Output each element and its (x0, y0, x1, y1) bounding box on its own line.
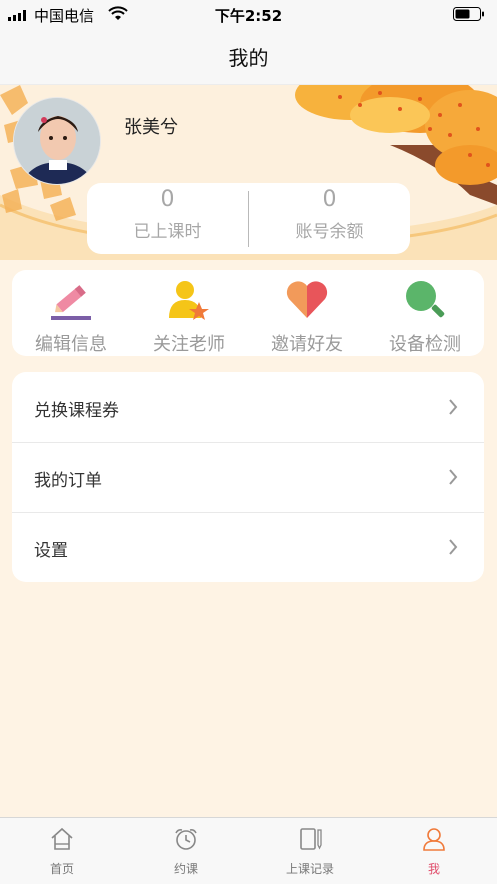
stat-label: 已上课时 (133, 222, 202, 242)
avatar[interactable] (13, 97, 101, 185)
edit-pencil-icon (51, 285, 91, 320)
home-icon (51, 827, 73, 850)
quick-actions: 编辑信息 关注老师 邀请好友 设备检测 (12, 270, 484, 356)
action-label: 关注老师 (153, 334, 225, 355)
person-icon (423, 828, 445, 851)
tab-home[interactable]: 首页 (0, 818, 124, 884)
page-title: 我的 (228, 46, 269, 70)
stat-value: 0 (160, 187, 175, 212)
tab-label: 首页 (49, 862, 74, 876)
status-bar: 中国电信 下午2:52 (0, 0, 497, 28)
follow-teacher-icon (169, 281, 209, 320)
tab-label: 上课记录 (285, 862, 334, 876)
stats-card: 0 已上课时 0 账号余额 (87, 183, 410, 254)
profile-name: 张美兮 (124, 117, 178, 138)
settings-menu: 兑换课程券 我的订单 设置 (12, 372, 484, 582)
action-label: 设备检测 (389, 334, 461, 355)
chevron-right-icon (449, 539, 458, 555)
magnifier-icon (406, 281, 445, 318)
menu-item-redeem-voucher[interactable]: 兑换课程券 (12, 372, 484, 442)
menu-label: 我的订单 (34, 471, 102, 491)
alarm-clock-icon (175, 829, 197, 850)
menu-item-settings[interactable]: 设置 (12, 512, 484, 582)
stat-label: 账号余额 (295, 222, 364, 242)
avatar-photo (14, 98, 100, 184)
menu-label: 设置 (34, 541, 68, 561)
tab-label: 我 (427, 862, 440, 876)
heart-icon (286, 281, 328, 318)
stat-balance[interactable]: 0 账号余额 (249, 183, 410, 242)
tab-book-class[interactable]: 约课 (124, 818, 248, 884)
status-time: 下午2:52 (214, 7, 283, 25)
edit-info-button[interactable]: 编辑信息 (12, 270, 130, 356)
invite-friends-button[interactable]: 邀请好友 (248, 270, 366, 356)
action-label: 邀请好友 (271, 334, 343, 355)
menu-item-my-orders[interactable]: 我的订单 (12, 442, 484, 512)
tab-class-records[interactable]: 上课记录 (248, 818, 372, 884)
tab-label: 约课 (173, 862, 198, 876)
chevron-right-icon (449, 469, 458, 485)
nav-bar: 我的 (0, 28, 497, 85)
stat-class-hours[interactable]: 0 已上课时 (87, 183, 248, 242)
follow-teacher-button[interactable]: 关注老师 (130, 270, 248, 356)
notebook-icon (300, 828, 322, 850)
chevron-right-icon (449, 399, 458, 415)
device-check-button[interactable]: 设备检测 (366, 270, 484, 356)
tab-bar: 首页 约课 上课记录 我 (0, 817, 497, 884)
battery-icon (453, 7, 484, 21)
stat-value: 0 (322, 187, 337, 212)
tab-me[interactable]: 我 (372, 818, 496, 884)
action-label: 编辑信息 (35, 334, 107, 355)
menu-label: 兑换课程券 (34, 401, 119, 421)
